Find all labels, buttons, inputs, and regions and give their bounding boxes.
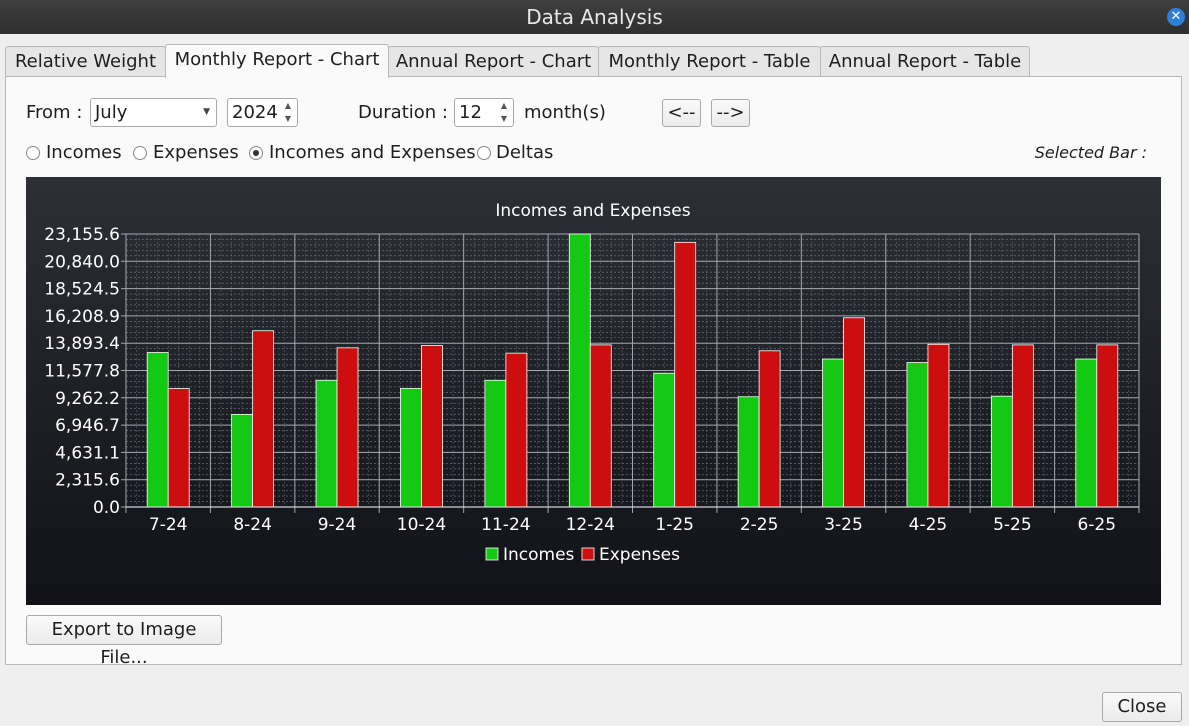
spin-down-icon[interactable]: ▼ [282,112,294,125]
x-tick-label: 8-24 [233,515,272,535]
y-tick-label: 23,155.6 [44,225,120,245]
tab-annual-report-table[interactable]: Annual Report - Table [820,46,1030,77]
x-tick-label: 5-25 [993,515,1032,535]
export-image-button[interactable]: Export to Image File... [26,615,222,668]
income-bar[interactable] [990,395,1013,508]
x-tick-label: 12-24 [566,515,615,535]
expense-bar[interactable] [589,344,612,508]
selected-bar-label: Selected Bar : [1034,143,1147,162]
radio-incomes-and-expenses[interactable] [249,146,263,160]
expense-bar[interactable] [843,317,865,508]
x-tick-label: 7-24 [149,515,188,535]
tab-monthly-report-table[interactable]: Monthly Report - Table [598,46,821,77]
legend-expenses-label: Expenses [599,545,680,565]
y-tick-label: 2,315.6 [55,471,120,491]
duration-label: Duration : [358,102,448,123]
radio-incomes-label[interactable]: Incomes [46,142,122,163]
x-tick-label: 9-24 [318,515,357,535]
legend-incomes-swatch [485,547,499,561]
x-tick-label: 6-25 [1077,515,1116,535]
monthly-chart-panel: From : July ▼ 2024 ▲ ▼ Duration : 12 ▲ ▼… [5,76,1182,668]
duration-spinbox[interactable]: 12 ▲ ▼ [454,98,514,127]
chart-area: 0.0 2,315.6 4,631.1 6,946.7 9,262.2 11,577.8 1… [26,177,1161,605]
expense-bar[interactable] [758,350,781,508]
y-tick-label: 16,208.9 [44,307,120,327]
radio-deltas[interactable] [477,146,491,160]
income-bar[interactable] [737,396,760,508]
expense-bar[interactable] [252,330,275,508]
radio-expenses-label[interactable]: Expenses [153,142,239,163]
legend-expenses-swatch [581,547,595,561]
x-tick-label: 2-25 [740,515,779,535]
income-bar[interactable] [653,372,676,508]
expense-bar[interactable] [505,352,528,508]
income-bar[interactable] [906,362,929,508]
income-bar[interactable] [400,388,422,508]
legend-incomes-label: Incomes [503,545,575,565]
chevron-down-icon: ▼ [203,107,210,117]
window-close-icon[interactable]: ✕ [1167,8,1185,26]
income-bar[interactable] [484,379,507,508]
x-tick-label: 1-25 [655,515,694,535]
expense-bar[interactable] [927,343,950,508]
income-bar[interactable] [231,414,254,508]
expense-bar[interactable] [1011,344,1034,508]
y-tick-label: 6,946.7 [55,416,120,436]
window-title: Data Analysis [526,5,663,29]
previous-button[interactable]: <-- [662,99,701,127]
y-tick-label: 4,631.1 [55,443,120,463]
x-tick-label: 3-25 [824,515,863,535]
y-tick-label: 9,262.2 [55,389,120,409]
radio-expenses[interactable] [133,146,147,160]
radio-deltas-label[interactable]: Deltas [496,142,553,163]
year-spinbox[interactable]: 2024 ▲ ▼ [227,98,298,127]
window-titlebar: Data Analysis ✕ [0,0,1189,34]
duration-unit: month(s) [524,102,606,123]
income-bar[interactable] [1075,358,1098,508]
from-label: From : [26,102,83,123]
y-tick-label: 18,524.5 [44,280,120,300]
month-select[interactable]: July ▼ [90,98,217,127]
expense-bar[interactable] [336,347,359,508]
radio-incomes[interactable] [26,146,40,160]
x-tick-label: 11-24 [481,515,530,535]
spin-down-icon[interactable]: ▼ [498,112,510,125]
expense-bar[interactable] [167,388,190,508]
income-bar[interactable] [315,379,338,508]
radio-checked-dot [253,150,259,156]
x-tick-label: 10-24 [397,515,446,535]
expense-bar[interactable] [674,241,697,508]
y-tick-label: 20,840.0 [44,252,120,272]
radio-incomes-and-expenses-label[interactable]: Incomes and Expenses [269,142,476,163]
income-bar[interactable] [822,358,844,508]
expense-bar[interactable] [421,345,443,508]
year-value: 2024 [232,102,278,123]
chart-title: Incomes and Expenses [495,201,690,221]
month-value: July [95,102,128,123]
x-tick-label: 4-25 [909,515,948,535]
y-tick-label: 0.0 [93,498,120,518]
duration-value: 12 [459,102,482,123]
tab-relative-weight[interactable]: Relative Weight [5,46,166,77]
next-button[interactable]: --> [711,99,750,127]
income-bar[interactable] [568,233,591,508]
spin-up-icon[interactable]: ▲ [498,99,510,112]
y-tick-label: 13,893.4 [44,334,120,354]
close-button[interactable]: Close [1102,692,1182,722]
bar-chart: 0.0 2,315.6 4,631.1 6,946.7 9,262.2 11,577.8 1… [26,177,1161,605]
y-tick-label: 11,577.8 [44,362,120,382]
tab-annual-report-chart[interactable]: Annual Report - Chart [388,46,599,77]
expense-bar[interactable] [1096,344,1119,508]
income-bar[interactable] [146,352,169,508]
spin-up-icon[interactable]: ▲ [282,99,294,112]
tab-monthly-report-chart[interactable]: Monthly Report - Chart [165,44,389,78]
